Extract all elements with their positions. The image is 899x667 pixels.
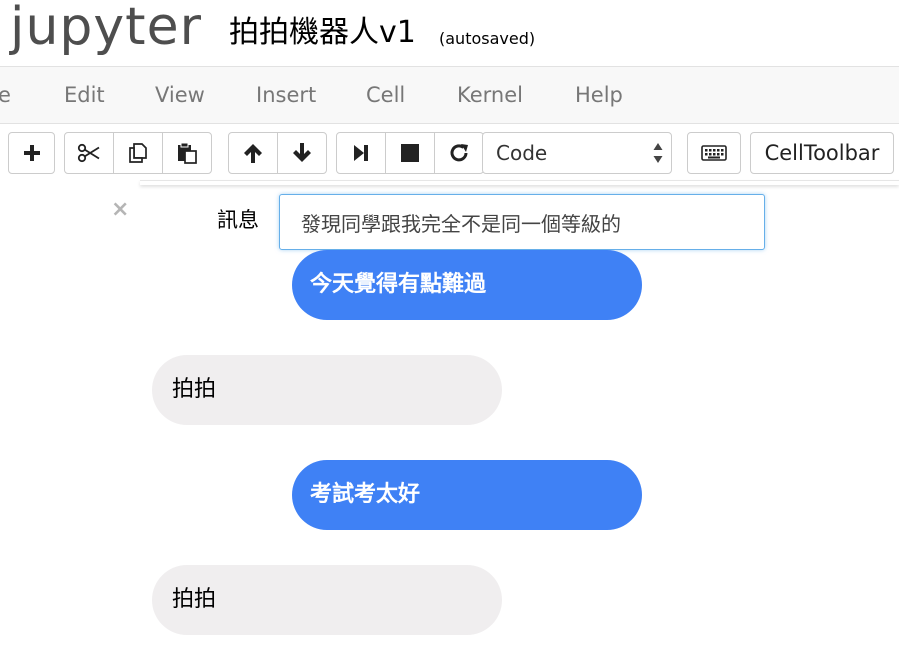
cell-type-select[interactable]: Code — [482, 132, 672, 174]
command-palette-button[interactable] — [687, 132, 741, 174]
interrupt-kernel-button[interactable] — [385, 132, 435, 174]
cell-type-value: Code — [496, 141, 548, 165]
jupyter-logo[interactable]: jupyter — [10, 0, 202, 60]
move-cell-up-button[interactable] — [228, 132, 278, 174]
bot-message-bubble: 拍拍 — [152, 565, 502, 635]
paste-cell-button[interactable] — [162, 132, 212, 174]
select-arrows-icon — [653, 143, 663, 163]
close-output-icon[interactable]: × — [111, 197, 129, 223]
arrow-down-icon — [293, 143, 311, 162]
bot-message-bubble: 拍拍 — [152, 355, 502, 425]
menu-edit[interactable]: Edit — [64, 67, 105, 123]
run-button-group — [336, 132, 484, 174]
menubar: e Edit View Insert Cell Kernel Help — [0, 66, 899, 124]
notebook-header: jupyter 拍拍機器人v1 (autosaved) — [0, 0, 899, 66]
refresh-icon — [450, 144, 468, 162]
notebook-title[interactable]: 拍拍機器人v1 — [229, 14, 416, 52]
menu-cell[interactable]: Cell — [366, 67, 405, 123]
message-input[interactable] — [279, 194, 765, 250]
arrow-up-icon — [244, 144, 262, 163]
copy-cell-button[interactable] — [113, 132, 163, 174]
insert-button-group — [8, 132, 55, 174]
restart-kernel-button[interactable] — [434, 132, 484, 174]
user-message-bubble: 考試考太好 — [292, 460, 642, 530]
celltoolbar-button[interactable]: CellToolbar — [750, 132, 894, 174]
scissors-icon — [77, 143, 100, 163]
step-forward-icon — [354, 145, 368, 161]
plus-icon — [23, 145, 40, 161]
menu-kernel[interactable]: Kernel — [457, 67, 523, 123]
user-message-bubble: 今天覺得有點難過 — [292, 250, 642, 320]
menu-view[interactable]: View — [155, 67, 205, 123]
stop-icon — [401, 144, 419, 162]
edit-button-group — [64, 132, 212, 174]
jupyter-notebook-window: jupyter 拍拍機器人v1 (autosaved) e Edit View … — [0, 0, 899, 667]
cell-area-top-edge — [140, 180, 899, 185]
message-label: 訊息 — [217, 208, 259, 232]
menu-insert[interactable]: Insert — [256, 67, 316, 123]
menu-file[interactable]: e — [0, 67, 11, 123]
insert-cell-below-button[interactable] — [8, 132, 55, 174]
command-palette-group — [687, 132, 741, 174]
copy-icon — [129, 143, 147, 163]
run-cell-button[interactable] — [336, 132, 386, 174]
main-toolbar: Code CellToolbar — [0, 124, 899, 182]
cut-cell-button[interactable] — [64, 132, 114, 174]
menu-help[interactable]: Help — [575, 67, 623, 123]
keyboard-icon — [701, 145, 727, 161]
autosave-status: (autosaved) — [439, 29, 536, 48]
move-cell-down-button[interactable] — [277, 132, 327, 174]
move-button-group — [228, 132, 327, 174]
paste-icon — [178, 142, 197, 164]
